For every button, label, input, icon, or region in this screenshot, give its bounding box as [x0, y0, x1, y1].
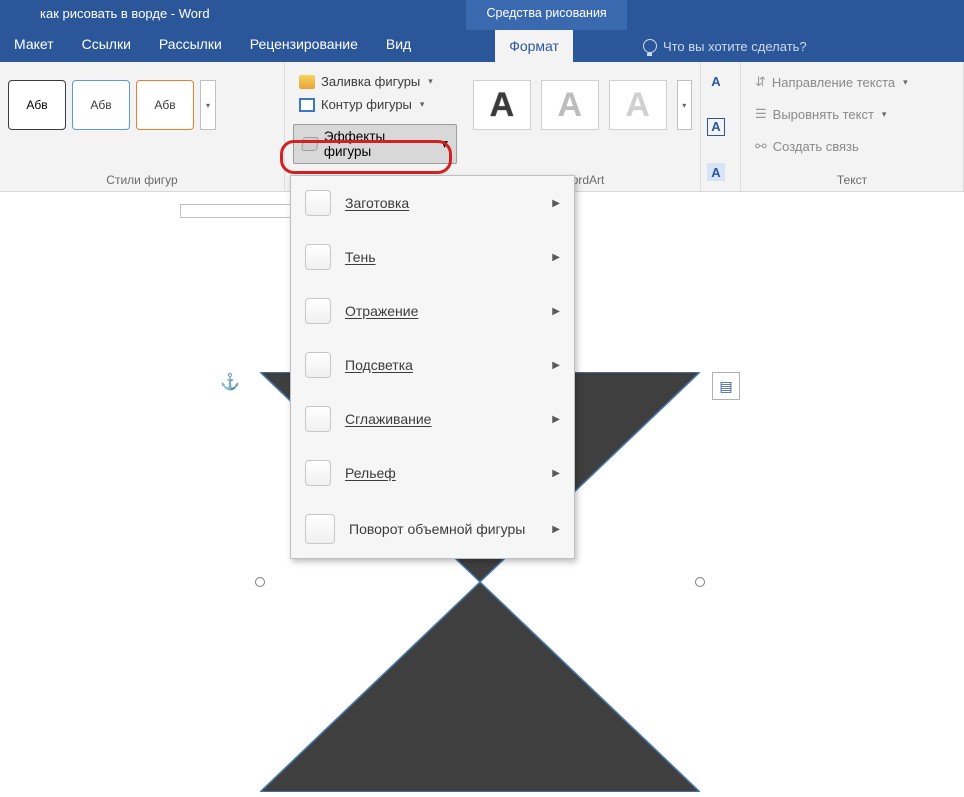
wordart-style-3[interactable]: А	[609, 80, 667, 130]
align-text-icon: ☰	[755, 106, 767, 122]
text-effects-button[interactable]: A	[707, 163, 725, 181]
create-link-button[interactable]: ⚯ Создать связь	[749, 136, 955, 157]
chevron-right-icon: ▶	[552, 414, 560, 425]
chevron-down-icon: ▾	[420, 99, 425, 110]
anchor-icon: ⚓	[220, 372, 240, 392]
window-title: как рисовать в ворде - Word	[0, 0, 226, 30]
chain-link-icon: ⚯	[755, 138, 767, 155]
layout-options-button[interactable]: ▤	[712, 372, 740, 400]
menu-item-bevel[interactable]: Рельеф ▶	[291, 452, 574, 494]
chevron-right-icon: ▶	[552, 524, 560, 535]
wordart-style-2[interactable]: А	[541, 80, 599, 130]
tab-format[interactable]: Формат	[495, 30, 573, 62]
shape-style-thumb-2[interactable]: Абв	[72, 80, 130, 130]
menu-item-soft-edges[interactable]: Сглаживание ▶	[291, 398, 574, 440]
ribbon-tabs: Макет Ссылки Рассылки Рецензирование Вид…	[0, 30, 964, 62]
contextual-tab-drawing-tools: Средства рисования	[466, 0, 626, 30]
effects-icon	[301, 137, 319, 151]
menu-item-3d-rotation[interactable]: Поворот объемной фигуры ▶	[291, 506, 574, 552]
tell-me-search[interactable]: Что вы хотите сделать?	[633, 30, 817, 62]
align-text-button[interactable]: ☰ Выровнять текст▾	[749, 104, 955, 124]
menu-item-preset[interactable]: Заготовка ▶	[291, 182, 574, 224]
shape-outline-button[interactable]: Контур фигуры▾	[293, 95, 457, 114]
menu-item-shadow[interactable]: Тень ▶	[291, 236, 574, 278]
tab-layout[interactable]: Макет	[0, 30, 68, 62]
chevron-down-icon: ▾	[441, 136, 448, 152]
resize-handle-left[interactable]	[255, 577, 265, 587]
tab-review[interactable]: Рецензирование	[236, 30, 372, 62]
tab-mailings[interactable]: Рассылки	[145, 30, 236, 62]
chevron-down-icon: ▾	[682, 101, 686, 110]
lightbulb-icon	[643, 39, 657, 53]
shape-styles-more[interactable]: ▾	[200, 80, 216, 130]
text-direction-icon: ⇵	[755, 74, 766, 90]
text-direction-button[interactable]: ⇵ Направление текста▾	[749, 72, 955, 92]
tell-me-placeholder: Что вы хотите сделать?	[663, 39, 807, 54]
tab-links[interactable]: Ссылки	[68, 30, 145, 62]
shape-fill-button[interactable]: Заливка фигуры▾	[293, 72, 457, 91]
shadow-icon	[305, 244, 331, 270]
chevron-right-icon: ▶	[552, 468, 560, 479]
soft-edges-icon	[305, 406, 331, 432]
chevron-right-icon: ▶	[552, 198, 560, 209]
pen-outline-icon	[299, 98, 315, 112]
layout-options-icon: ▤	[719, 378, 732, 395]
wordart-styles-more[interactable]: ▾	[677, 80, 692, 130]
tab-view[interactable]: Вид	[372, 30, 425, 62]
resize-handle-right[interactable]	[695, 577, 705, 587]
group-label-text: Текст	[749, 173, 955, 187]
ribbon: Абв Абв Абв ▾ Стили фигур Заливка фигуры…	[0, 62, 964, 192]
shape-effects-button[interactable]: Эффекты фигуры▾	[293, 124, 457, 164]
shape-style-thumb-3[interactable]: Абв	[136, 80, 194, 130]
chevron-right-icon: ▶	[552, 252, 560, 263]
reflection-icon	[305, 298, 331, 324]
menu-item-glow[interactable]: Подсветка ▶	[291, 344, 574, 386]
chevron-down-icon: ▾	[206, 101, 210, 110]
shape-style-thumb-1[interactable]: Абв	[8, 80, 66, 130]
chevron-right-icon: ▶	[552, 306, 560, 317]
menu-item-reflection[interactable]: Отражение ▶	[291, 290, 574, 332]
paint-bucket-icon	[299, 75, 315, 89]
text-fill-button[interactable]: A	[707, 72, 725, 90]
chevron-right-icon: ▶	[552, 360, 560, 371]
rotation-3d-icon	[305, 514, 335, 544]
wordart-style-1[interactable]: А	[473, 80, 531, 130]
bevel-icon	[305, 460, 331, 486]
text-outline-button[interactable]: A	[707, 118, 725, 136]
preset-icon	[305, 190, 331, 216]
group-label-shape-styles: Стили фигур	[8, 173, 276, 187]
shape-effects-menu: Заготовка ▶ Тень ▶ Отражение ▶ Подсветка…	[290, 175, 575, 559]
chevron-down-icon: ▾	[428, 76, 433, 87]
glow-icon	[305, 352, 331, 378]
